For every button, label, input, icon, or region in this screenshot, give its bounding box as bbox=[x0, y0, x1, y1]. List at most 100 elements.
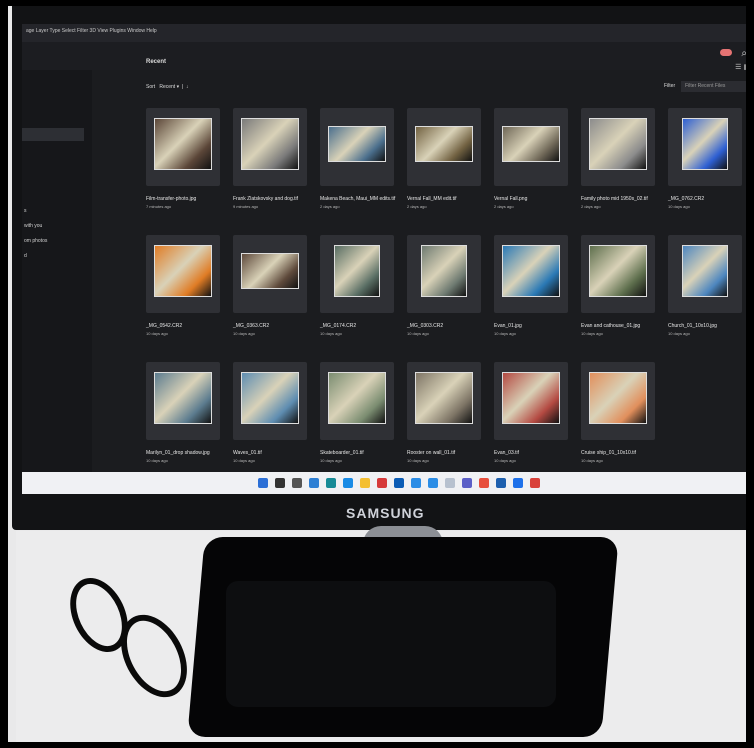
taskbar-icon[interactable] bbox=[258, 478, 268, 488]
file-name[interactable]: Waves_01.tif bbox=[233, 450, 321, 456]
taskbar-icon[interactable] bbox=[326, 478, 336, 488]
file-tile[interactable] bbox=[407, 235, 481, 313]
file-tile[interactable] bbox=[668, 108, 742, 186]
file-thumbnail[interactable] bbox=[154, 118, 212, 170]
sort-control[interactable]: Sort Recent ▾ | ↓ bbox=[146, 84, 188, 90]
file-thumbnail[interactable] bbox=[328, 372, 386, 424]
sidebar-text-3[interactable]: om photos bbox=[24, 238, 47, 244]
file-name[interactable]: _MG_0542.CR2 bbox=[146, 323, 234, 329]
sidebar-text-2[interactable]: with you bbox=[24, 223, 42, 229]
taskbar-icon[interactable] bbox=[411, 478, 421, 488]
taskbar-icon[interactable] bbox=[513, 478, 523, 488]
file-thumbnail[interactable] bbox=[502, 372, 560, 424]
file-tile[interactable] bbox=[407, 362, 481, 440]
file-name[interactable]: Evan and cathouse_01.jpg bbox=[581, 323, 669, 329]
file-thumbnail[interactable] bbox=[589, 118, 647, 170]
file-thumbnail[interactable] bbox=[154, 372, 212, 424]
file-tile[interactable] bbox=[320, 235, 394, 313]
top-bar: ⌕ bbox=[22, 42, 746, 70]
file-tile[interactable] bbox=[581, 108, 655, 186]
taskbar-icon[interactable] bbox=[360, 478, 370, 488]
view-toggle-icon[interactable]: ☰ ▦ bbox=[735, 63, 746, 71]
sidebar-text-1[interactable]: s bbox=[24, 208, 27, 214]
file-name[interactable]: _MG_0363.CR2 bbox=[233, 323, 321, 329]
file-name[interactable]: Frank Zlatskovsky and dog.tif bbox=[233, 196, 321, 202]
file-tile[interactable] bbox=[494, 108, 568, 186]
sidebar-text-4[interactable]: d bbox=[24, 253, 27, 259]
taskbar-icon[interactable] bbox=[428, 478, 438, 488]
taskbar-icon[interactable] bbox=[309, 478, 319, 488]
monitor: age Layer Type Select Filter 3D View Plu… bbox=[12, 6, 746, 530]
file-tile[interactable] bbox=[146, 108, 220, 186]
taskbar-icon[interactable] bbox=[530, 478, 540, 488]
file-name[interactable]: Vernal Fall_MM edit.tif bbox=[407, 196, 495, 202]
file-name[interactable]: Cruise ship_01_10x10.tif bbox=[581, 450, 669, 456]
file-thumbnail[interactable] bbox=[415, 372, 473, 424]
file-name[interactable]: Evan_01.jpg bbox=[494, 323, 582, 329]
file-thumbnail[interactable] bbox=[241, 253, 299, 289]
file-date: 10 days ago bbox=[320, 458, 342, 463]
file-tile[interactable] bbox=[407, 108, 481, 186]
filter-control[interactable]: Filter Filter Recent Files bbox=[664, 81, 746, 92]
file-name[interactable]: Makena Beach, Maui_MM edits.tif bbox=[320, 196, 408, 202]
file-thumbnail[interactable] bbox=[502, 245, 560, 297]
file-name[interactable]: Evan_03.tif bbox=[494, 450, 582, 456]
taskbar-icon[interactable] bbox=[462, 478, 472, 488]
file-date: 10 days ago bbox=[668, 331, 690, 336]
file-date: 10 days ago bbox=[233, 331, 255, 336]
filter-input[interactable]: Filter Recent Files bbox=[681, 81, 746, 92]
file-date: 2 days ago bbox=[581, 204, 601, 209]
file-name[interactable]: Church_01_10x10.jpg bbox=[668, 323, 746, 329]
file-date: 10 days ago bbox=[407, 331, 429, 336]
taskbar-icon[interactable] bbox=[496, 478, 506, 488]
file-thumbnail[interactable] bbox=[241, 372, 299, 424]
file-tile[interactable] bbox=[233, 235, 307, 313]
file-tile[interactable] bbox=[320, 362, 394, 440]
file-tile[interactable] bbox=[494, 235, 568, 313]
file-thumbnail[interactable] bbox=[328, 126, 386, 162]
file-thumbnail[interactable] bbox=[415, 126, 473, 162]
file-thumbnail[interactable] bbox=[589, 372, 647, 424]
left-panel-box[interactable] bbox=[22, 128, 84, 141]
taskbar-icon[interactable] bbox=[275, 478, 285, 488]
file-tile[interactable] bbox=[320, 108, 394, 186]
file-tile[interactable] bbox=[581, 235, 655, 313]
taskbar-icon[interactable] bbox=[394, 478, 404, 488]
taskbar-icon[interactable] bbox=[479, 478, 489, 488]
file-tile[interactable] bbox=[233, 362, 307, 440]
taskbar-icon[interactable] bbox=[343, 478, 353, 488]
file-tile[interactable] bbox=[146, 362, 220, 440]
taskbar-icon[interactable] bbox=[445, 478, 455, 488]
file-thumbnail[interactable] bbox=[502, 126, 560, 162]
file-name[interactable]: _MG_0303.CR2 bbox=[407, 323, 495, 329]
file-name[interactable]: _MG_0174.CR2 bbox=[320, 323, 408, 329]
file-name[interactable]: Family photo mid 1950s_02.tif bbox=[581, 196, 669, 202]
file-thumbnail[interactable] bbox=[334, 245, 380, 297]
recent-files-grid: Film-transfer-photo.jpg 7 minutes ago Fran… bbox=[146, 108, 746, 463]
file-tile[interactable] bbox=[581, 362, 655, 440]
file-thumbnail[interactable] bbox=[421, 245, 467, 297]
taskbar-icon[interactable] bbox=[377, 478, 387, 488]
file-thumbnail[interactable] bbox=[241, 118, 299, 170]
taskbar-icon[interactable] bbox=[292, 478, 302, 488]
file-tile[interactable] bbox=[494, 362, 568, 440]
file-tile[interactable] bbox=[146, 235, 220, 313]
file-thumbnail[interactable] bbox=[589, 245, 647, 297]
file-date: 10 days ago bbox=[233, 458, 255, 463]
file-thumbnail[interactable] bbox=[154, 245, 212, 297]
file-thumbnail[interactable] bbox=[682, 245, 728, 297]
file-name[interactable]: Vernal Fall.png bbox=[494, 196, 582, 202]
cloud-icon[interactable] bbox=[720, 49, 732, 56]
file-name[interactable]: _MG_0762.CR2 bbox=[668, 196, 746, 202]
file-name[interactable]: Skateboarder_01.tif bbox=[320, 450, 408, 456]
file-name[interactable]: Film-transfer-photo.jpg bbox=[146, 196, 234, 202]
search-icon[interactable]: ⌕ bbox=[741, 48, 746, 59]
file-tile[interactable] bbox=[233, 108, 307, 186]
left-panel: s with you om photos d bbox=[22, 70, 92, 494]
sort-value[interactable]: Recent bbox=[159, 84, 175, 90]
file-name[interactable]: Rooster on wall_01.tif bbox=[407, 450, 495, 456]
file-name[interactable]: Marilyn_01_drop shadow.jpg bbox=[146, 450, 234, 456]
taskbar bbox=[22, 472, 746, 494]
file-thumbnail[interactable] bbox=[682, 118, 728, 170]
file-tile[interactable] bbox=[668, 235, 742, 313]
